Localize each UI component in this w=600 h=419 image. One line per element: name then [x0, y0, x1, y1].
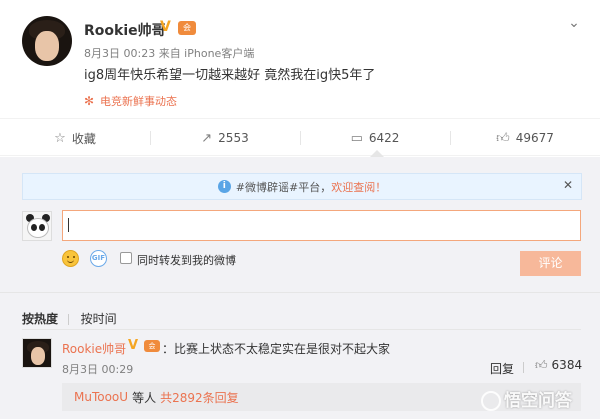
replies-count-link[interactable]: 共2892条回复	[160, 389, 239, 406]
watermark: 悟空问答	[481, 386, 572, 411]
thumbs-up-icon: 👍︎	[496, 130, 510, 146]
sort-by-hot-tab[interactable]: 按热度	[22, 310, 58, 327]
member-medal-icon[interactable]: 会	[178, 21, 196, 35]
avatar-face	[35, 31, 59, 61]
reply-button[interactable]: 回复	[490, 360, 514, 377]
comment-time: 8月3日 00:29	[62, 363, 134, 376]
author-name[interactable]: Rookie帅哥	[84, 20, 166, 40]
repost-button[interactable]: ↗ 2553	[150, 119, 300, 157]
weibo-post: Rookie帅哥 V 会 8月3日 00:23 来自 iPhone客户端 ig8…	[0, 0, 600, 118]
star-icon: ☆	[54, 130, 66, 146]
post-meta: 8月3日 00:23 来自 iPhone客户端	[84, 47, 255, 60]
repost-icon: ↗	[201, 130, 213, 146]
repost-checkbox-label[interactable]: 同时转发到我的微博	[137, 252, 236, 268]
comment-section: i #微博辟谣#平台， 欢迎查阅！ ✕ GIF 同时转发到我的微博 评论 按热度…	[0, 157, 600, 419]
active-tab-pointer	[370, 150, 384, 157]
flower-icon: ✻	[84, 94, 95, 108]
thumbs-up-icon: 👍︎	[535, 358, 548, 372]
sort-by-time-tab[interactable]: 按时间	[81, 310, 117, 327]
panda-eye	[31, 224, 37, 231]
topic-label: 电竞新鲜事动态	[100, 95, 177, 108]
verified-icon: V	[160, 19, 171, 35]
info-icon: i	[217, 180, 231, 193]
wukong-logo-icon	[481, 391, 501, 411]
current-user-avatar[interactable]	[22, 211, 52, 241]
like-button[interactable]: 👍︎ 49677	[450, 119, 600, 157]
sort-divider	[67, 314, 69, 325]
author-avatar[interactable]	[22, 16, 72, 66]
comment-text: ：比赛上状态不太稳定实在是很对不起大家	[162, 342, 391, 356]
verified-icon: V	[128, 338, 139, 353]
action-bar: ☆ 收藏 ↗ 2553 ▭ 6422 👍︎ 49677	[0, 118, 600, 156]
sort-tabs: 按热度 按时间	[22, 310, 123, 327]
like-count: 49677	[515, 131, 554, 145]
favorite-button[interactable]: ☆ 收藏	[0, 119, 150, 157]
repost-count: 2553	[218, 131, 249, 145]
avatar-face	[31, 347, 45, 365]
list-divider	[22, 329, 581, 330]
favorite-label: 收藏	[71, 131, 96, 146]
smile-mouth	[67, 259, 74, 263]
notice-welcome[interactable]: 欢迎查阅！	[331, 179, 386, 195]
smile-icon[interactable]	[62, 250, 79, 267]
post-text: ig8周年快乐希望一切越来越好 竟然我在ig快5年了	[84, 68, 376, 83]
comment-count: 6422	[368, 131, 400, 145]
smile-eye	[73, 256, 75, 258]
smile-eye	[67, 256, 69, 258]
comment-avatar[interactable]	[22, 338, 52, 368]
section-divider	[0, 292, 600, 293]
submit-comment-button[interactable]: 评论	[520, 251, 581, 276]
member-medal-icon[interactable]: 会	[144, 340, 160, 352]
replies-middle: 等人	[132, 390, 157, 405]
topic-link[interactable]: ✻ 电竞新鲜事动态	[84, 93, 177, 109]
comment-like-count: 6384	[551, 358, 583, 372]
rumor-notice: i #微博辟谣#平台， 欢迎查阅！	[22, 173, 582, 200]
comment-icon: ▭	[350, 130, 363, 146]
watermark-text: 悟空问答	[504, 391, 572, 411]
comment-like-button[interactable]: 👍︎ 6384	[535, 358, 582, 373]
comment-author[interactable]: Rookie帅哥	[62, 340, 126, 357]
chevron-down-icon[interactable]: ⌄	[565, 14, 583, 32]
close-icon[interactable]: ✕	[563, 179, 575, 191]
text-caret	[68, 218, 69, 232]
panda-eye	[39, 224, 45, 231]
reply-user[interactable]: MuToooU	[74, 390, 128, 404]
comment-action-divider	[523, 362, 524, 373]
notice-prefix[interactable]: #微博辟谣#平台，	[236, 179, 331, 195]
gif-icon[interactable]: GIF	[90, 250, 107, 267]
comment-input[interactable]	[62, 210, 581, 241]
repost-checkbox[interactable]	[120, 252, 132, 264]
